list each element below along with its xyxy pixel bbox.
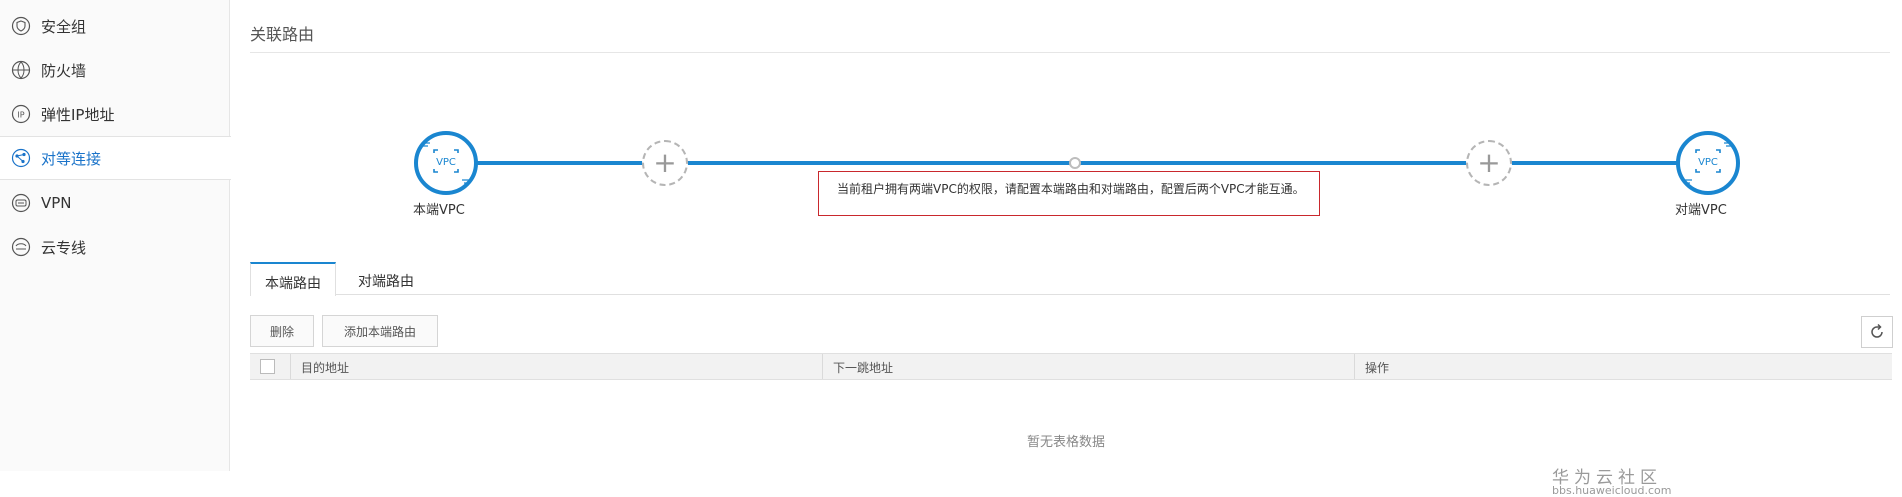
vpc-node-text: VPC [1698,157,1718,168]
vpn-icon [11,193,31,213]
shield-icon [11,16,31,36]
route-topology: VPC 本端VPC + 当前租户拥有两端VPC的权限，请配置本端路由和对端路由，… [230,100,1902,240]
local-vpc-node: VPC [414,131,478,195]
delete-button[interactable]: 删除 [250,315,314,347]
tab-peer-route[interactable]: 对端路由 [336,262,436,295]
vpc-icon: VPC [1684,142,1732,184]
sidebar-item-vpn[interactable]: VPN [0,181,229,225]
sidebar-item-label: 防火墙 [41,61,87,80]
sidebar-item-peering[interactable]: 对等连接 [0,136,231,180]
watermark-url: bbs.huaweicloud.com [1552,484,1672,497]
sidebar-item-label: VPN [41,194,72,212]
sidebar-item-label: 安全组 [41,17,87,36]
peer-vpc-node: VPC [1676,131,1740,195]
sidebar-item-direct-connect[interactable]: 云专线 [0,225,229,269]
local-vpc-label: 本端VPC [413,203,465,218]
tab-local-route[interactable]: 本端路由 [250,262,336,296]
add-local-route-button[interactable]: 添加本端路由 [322,315,438,347]
empty-table-message: 暂无表格数据 [1026,435,1105,450]
connection-midpoint [1069,157,1081,169]
sidebar-item-security-group[interactable]: 安全组 [0,4,229,48]
add-peer-route-node[interactable]: + [1466,140,1512,186]
column-header-next-hop: 下一跳地址 [822,354,1354,379]
plus-icon: + [653,146,677,179]
column-header-destination: 目的地址 [290,354,822,379]
permission-notice: 当前租户拥有两端VPC的权限，请配置本端路由和对端路由，配置后两个VPC才能互通… [818,171,1320,216]
refresh-button[interactable] [1861,316,1893,348]
sidebar-item-label: 对等连接 [41,149,102,168]
select-all-checkbox[interactable] [260,359,275,374]
sidebar-item-label: 云专线 [41,238,87,257]
globe-icon [11,60,31,80]
sidebar-item-elastic-ip[interactable]: IP 弹性IP地址 [0,92,229,136]
plus-icon: + [1477,146,1501,179]
vpc-icon: VPC [422,142,470,184]
title-divider [250,52,1890,53]
sidebar-item-firewall[interactable]: 防火墙 [0,48,229,92]
svg-text:IP: IP [17,111,24,120]
sidebar-item-label: 弹性IP地址 [41,105,115,124]
refresh-icon [1871,323,1883,338]
main-content: 关联路由 VPC 本端VPC + 当前租户拥有两端VPC的权限，请配置本端路由和… [230,0,1902,471]
ip-icon: IP [11,104,31,124]
page-title: 关联路由 [250,25,315,44]
route-table-header: 目的地址 下一跳地址 操作 [250,353,1892,380]
route-tabs: 本端路由 对端路由 [250,262,1890,296]
peering-icon [11,148,31,168]
column-header-actions: 操作 [1354,354,1890,379]
direct-connect-icon [11,237,31,257]
add-local-route-node[interactable]: + [642,140,688,186]
sidebar: 安全组 防火墙 IP 弹性IP地址 对等连接 VPN 云专线 [0,0,231,471]
peer-vpc-label: 对端VPC [1675,203,1727,218]
vpc-node-text: VPC [436,157,456,168]
